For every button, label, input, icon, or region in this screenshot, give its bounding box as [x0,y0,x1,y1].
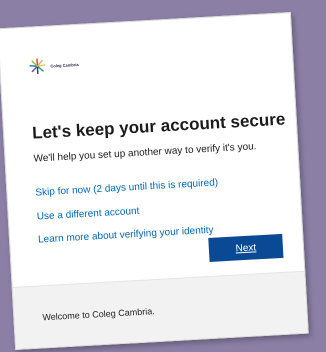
starburst-logo-icon [29,58,46,75]
footer: Welcome to Coleg Cambria. [12,270,308,350]
page-subtitle: We'll help you set up another way to ver… [33,141,257,165]
page-title: Let's keep your account secure [31,109,286,143]
next-button[interactable]: Next [208,233,284,262]
learn-more-link[interactable]: Learn more about verifying your identity [38,225,214,246]
brand-name: Coleg Cambria [50,61,79,69]
use-different-account-link[interactable]: Use a different account [37,206,140,223]
brand-logo: Coleg Cambria [28,55,79,76]
welcome-message: Welcome to Coleg Cambria. [42,306,155,323]
skip-for-now-link[interactable]: Skip for now (2 days until this is requi… [35,177,218,198]
screen: Coleg Cambria Let's keep your account se… [0,0,326,352]
verification-dialog: Coleg Cambria Let's keep your account se… [0,12,309,350]
